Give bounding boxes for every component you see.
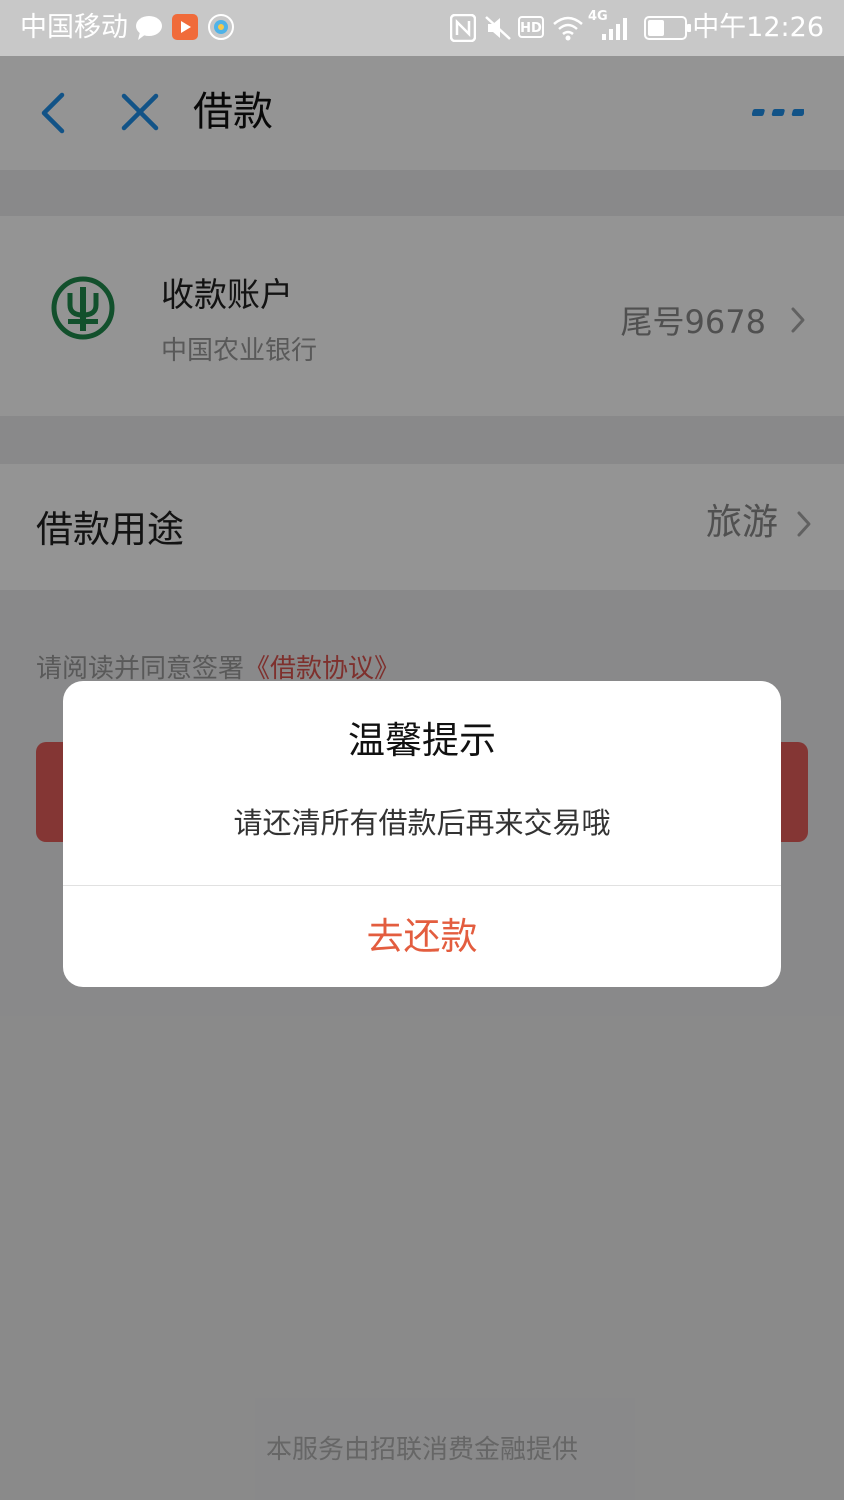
battery-icon — [644, 16, 691, 40]
hd-badge: HD — [518, 16, 544, 38]
nfc-icon — [450, 14, 476, 42]
mute-icon — [485, 16, 511, 40]
wifi-icon — [553, 16, 583, 41]
dialog-message: 请还清所有借款后再来交易哦 — [233, 806, 611, 840]
carrier-name: 中国移动 — [20, 12, 128, 43]
alert-dialog: 温馨提示 请还清所有借款后再来交易哦 去还款 — [63, 681, 781, 987]
signal-strength-icon — [602, 18, 627, 40]
browser-app-icon — [208, 14, 234, 40]
dialog-title: 温馨提示 — [348, 719, 496, 762]
video-app-icon — [172, 14, 198, 40]
go-repay-button[interactable]: 去还款 — [63, 886, 781, 987]
clock: 中午12:26 — [692, 12, 824, 43]
chat-bubble-icon — [136, 16, 162, 40]
status-bar: 中国移动 HD 4G 中午12:26 — [0, 0, 844, 56]
